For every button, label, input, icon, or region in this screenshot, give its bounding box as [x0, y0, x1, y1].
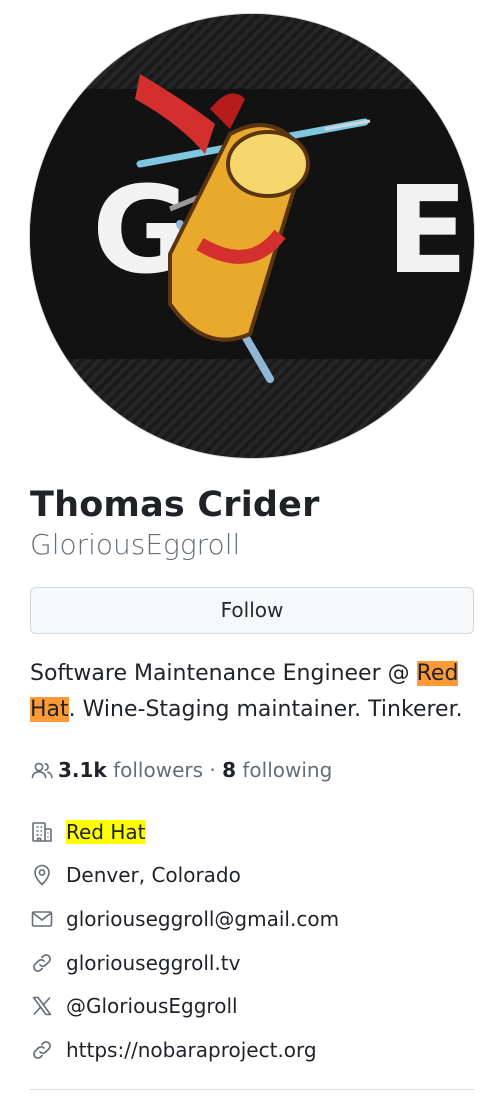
profile-name: Thomas Crider [30, 485, 320, 525]
twitter-link[interactable]: @GloriousEggroll [66, 994, 238, 1018]
x-logo-icon [30, 994, 54, 1018]
avatar-letter-e: E [386, 162, 468, 301]
profile-username: GloriousEggroll [30, 528, 241, 561]
section-divider [30, 1089, 474, 1090]
detail-location: Denver, Colorado [30, 854, 474, 898]
following-count: 8 [222, 758, 237, 782]
link-icon [30, 1038, 54, 1062]
organization-icon [30, 820, 54, 844]
follow-button[interactable]: Follow [30, 587, 474, 634]
followers-count: 3.1k [58, 758, 107, 782]
profile-details: Red Hat Denver, Colorado gloriouseggroll… [30, 810, 474, 1072]
company-name[interactable]: Red Hat [66, 819, 146, 844]
email-link[interactable]: gloriouseggroll@gmail.com [66, 907, 339, 931]
following-label: following [242, 758, 333, 782]
external-link[interactable]: https://nobaraproject.org [66, 1038, 317, 1062]
stats-separator: · [209, 758, 216, 782]
profile-bio: Software Maintenance Engineer @ Red Hat.… [30, 656, 474, 728]
avatar-image: G E [30, 14, 474, 458]
mail-icon [30, 907, 54, 931]
followers-label: followers [113, 758, 204, 782]
link-icon [30, 951, 54, 975]
detail-email: gloriouseggroll@gmail.com [30, 897, 474, 941]
avatar: G E [30, 14, 474, 458]
detail-twitter: @GloriousEggroll [30, 984, 474, 1028]
location-text: Denver, Colorado [66, 863, 241, 888]
followers-link[interactable]: 3.1k followers [58, 756, 203, 784]
following-link[interactable]: 8 following [222, 756, 332, 784]
bio-text-tail: . Wine-Staging maintainer. Tinkerer. [68, 697, 463, 722]
detail-website: gloriouseggroll.tv [30, 941, 474, 985]
bio-text: Software Maintenance Engineer @ [30, 661, 417, 686]
follow-stats: 3.1k followers · 8 following [30, 756, 332, 784]
detail-link: https://nobaraproject.org [30, 1028, 474, 1072]
detail-company: Red Hat [30, 810, 474, 854]
location-pin-icon [30, 863, 54, 887]
people-icon [30, 758, 54, 782]
website-link[interactable]: gloriouseggroll.tv [66, 951, 240, 975]
